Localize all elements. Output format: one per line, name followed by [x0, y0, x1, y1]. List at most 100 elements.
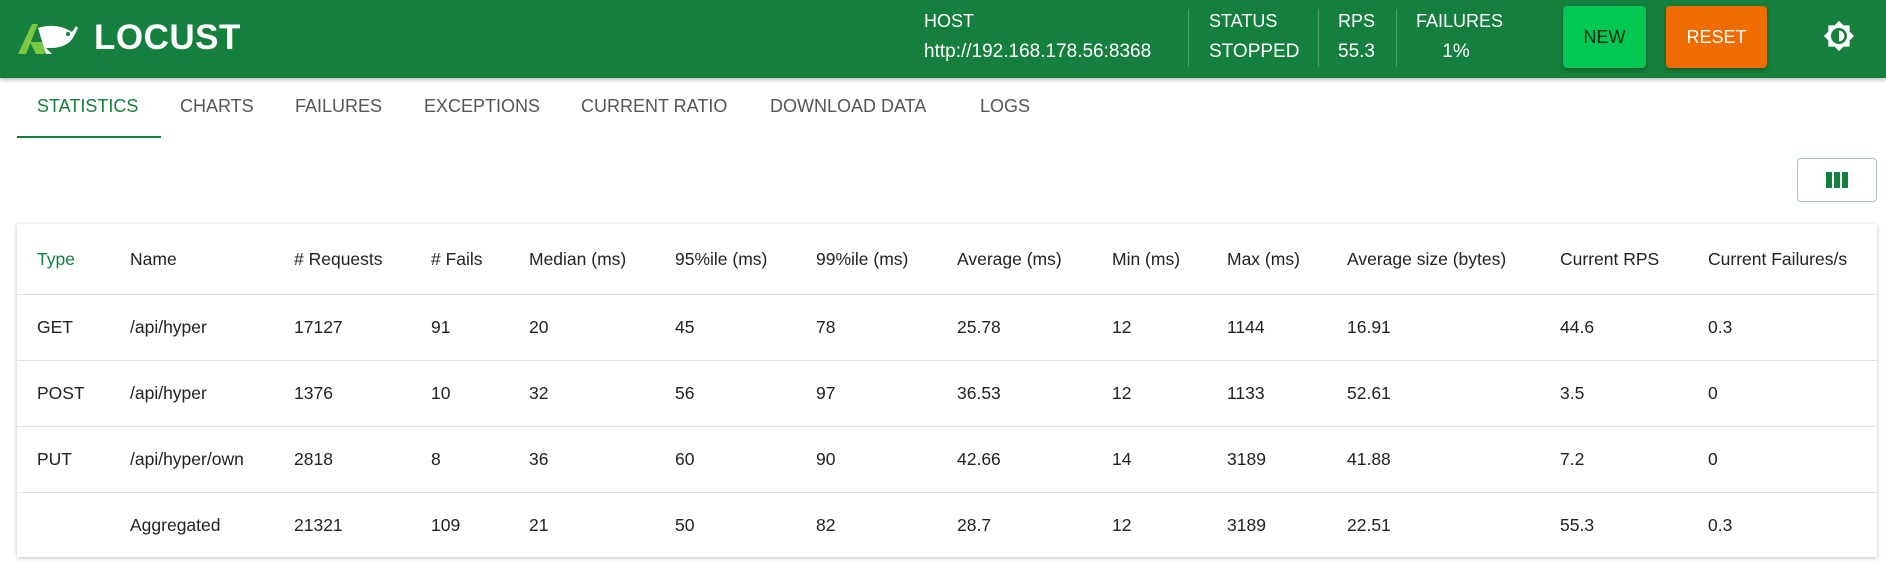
failures-value: 1% — [1442, 41, 1470, 62]
cell-type — [17, 493, 130, 559]
cell-median: 21 — [529, 515, 549, 535]
tab-statistics[interactable]: STATISTICS — [37, 96, 138, 117]
app-title: LOCUST — [94, 18, 241, 57]
cell-95-percentile: 56 — [675, 360, 816, 427]
cell-current-rps: 44.6 — [1560, 294, 1708, 361]
cell-current-failures: 0.3 — [1708, 515, 1733, 535]
cell-name: /api/hyper — [130, 360, 294, 427]
rps-stat: RPS 55.3 — [1338, 10, 1375, 63]
cell-current-rps: 7.2 — [1560, 426, 1708, 493]
tab-current-ratio[interactable]: CURRENT RATIO — [581, 96, 727, 117]
cell-99-percentile: 90 — [816, 426, 957, 493]
reset-stats-button[interactable]: RESET — [1666, 6, 1767, 68]
cell-average: 28.7 — [957, 515, 992, 535]
new-test-button[interactable]: NEW — [1563, 6, 1646, 68]
host-value: http://192.168.178.56:8368 — [924, 41, 1152, 62]
active-tab-indicator — [17, 136, 161, 138]
column-header-95-percentile[interactable]: 95%ile (ms) — [675, 224, 816, 295]
status-stat: STATUS STOPPED — [1209, 10, 1299, 63]
column-header-average[interactable]: Average (ms) — [957, 224, 1112, 295]
tab-exceptions[interactable]: EXCEPTIONS — [424, 96, 540, 117]
column-header-fails[interactable]: # Fails — [431, 224, 529, 295]
cell-fails: 10 — [431, 360, 529, 427]
cell-fails: 8 — [431, 426, 529, 493]
cell-average-size: 22.51 — [1347, 515, 1391, 535]
cell-median: 36 — [529, 426, 675, 493]
cell-min: 12 — [1112, 515, 1132, 535]
cell-name: Aggregated — [130, 515, 221, 535]
cell-max: 1144 — [1227, 294, 1347, 361]
cell-type: POST — [17, 360, 130, 427]
cell-min: 12 — [1112, 294, 1227, 361]
cell-average: 25.78 — [957, 294, 1112, 361]
cell-name: /api/hyper — [130, 294, 294, 361]
column-header-name[interactable]: Name — [130, 224, 294, 295]
tab-download-data[interactable]: DOWNLOAD DATA — [770, 96, 926, 117]
rps-label: RPS — [1338, 11, 1376, 31]
host-stat: HOST http://192.168.178.56:8368 — [924, 10, 1151, 63]
cell-type: PUT — [17, 426, 130, 493]
cell-current-failures: 0.3 — [1708, 294, 1877, 361]
cell-fails: 109 — [431, 515, 461, 535]
cell-requests: 1376 — [294, 360, 431, 427]
statistics-table-card: Type Name # Requests # Fails Median (ms)… — [17, 224, 1877, 557]
top-app-bar: LOCUST HOST http://192.168.178.56:8368 S… — [0, 0, 1886, 78]
cell-max: 3189 — [1227, 426, 1347, 493]
table-header-row: Type Name # Requests # Fails Median (ms)… — [17, 224, 1877, 295]
cell-current-rps: 55.3 — [1560, 515, 1595, 535]
tab-failures[interactable]: FAILURES — [295, 96, 382, 117]
brightness-icon[interactable] — [1823, 20, 1855, 52]
cell-median: 20 — [529, 294, 675, 361]
cell-average: 42.66 — [957, 426, 1112, 493]
rps-value: 55.3 — [1338, 41, 1375, 62]
cell-99-percentile: 82 — [816, 515, 836, 535]
cell-current-failures: 0 — [1708, 360, 1877, 427]
column-header-max[interactable]: Max (ms) — [1227, 224, 1347, 295]
columns-selector-button[interactable] — [1797, 158, 1877, 202]
column-header-min[interactable]: Min (ms) — [1112, 224, 1227, 295]
locust-logo[interactable]: LOCUST — [16, 18, 241, 58]
divider — [1396, 9, 1397, 67]
cell-name: /api/hyper/own — [130, 426, 294, 493]
cell-max: 1133 — [1227, 360, 1347, 427]
cell-min: 12 — [1112, 360, 1227, 427]
status-value: STOPPED — [1209, 41, 1300, 62]
cell-requests: 17127 — [294, 294, 431, 361]
column-header-99-percentile[interactable]: 99%ile (ms) — [816, 224, 957, 295]
cell-average: 36.53 — [957, 360, 1112, 427]
locust-logo-icon — [18, 24, 78, 54]
failures-stat: FAILURES 1% — [1416, 10, 1516, 63]
cell-99-percentile: 97 — [816, 360, 957, 427]
cell-95-percentile: 50 — [675, 515, 695, 535]
cell-95-percentile: 60 — [675, 426, 816, 493]
divider — [1188, 9, 1189, 67]
cell-requests: 21321 — [294, 515, 343, 535]
cell-average-size: 41.88 — [1347, 426, 1560, 493]
table-row: POST /api/hyper 1376 10 32 56 97 36.53 1… — [17, 360, 1877, 427]
cell-max: 3189 — [1227, 515, 1266, 535]
status-label: STATUS — [1209, 11, 1278, 31]
column-header-average-size[interactable]: Average size (bytes) — [1347, 224, 1560, 295]
cell-fails: 91 — [431, 294, 529, 361]
column-header-median[interactable]: Median (ms) — [529, 224, 675, 295]
cell-median: 32 — [529, 360, 675, 427]
cell-type: GET — [17, 294, 130, 361]
statistics-table: Type Name # Requests # Fails Median (ms)… — [17, 224, 1877, 558]
column-header-current-rps[interactable]: Current RPS — [1560, 224, 1708, 295]
view-column-icon — [1826, 172, 1848, 188]
failures-label: FAILURES — [1416, 11, 1504, 31]
column-header-requests[interactable]: # Requests — [294, 224, 431, 295]
divider — [1318, 9, 1319, 67]
table-row: GET /api/hyper 17127 91 20 45 78 25.78 1… — [17, 294, 1877, 361]
tab-charts[interactable]: CHARTS — [180, 96, 254, 117]
cell-95-percentile: 45 — [675, 294, 816, 361]
cell-current-rps: 3.5 — [1560, 360, 1708, 427]
table-row: PUT /api/hyper/own 2818 8 36 60 90 42.66… — [17, 426, 1877, 493]
cell-current-failures: 0 — [1708, 426, 1877, 493]
cell-requests: 2818 — [294, 426, 431, 493]
column-header-current-failures[interactable]: Current Failures/s — [1708, 224, 1877, 295]
aggregated-row: Aggregated 21321 109 21 50 82 28.7 12 31… — [17, 493, 1877, 559]
cell-99-percentile: 78 — [816, 294, 957, 361]
column-header-type[interactable]: Type — [17, 224, 130, 295]
tab-logs[interactable]: LOGS — [980, 96, 1030, 117]
